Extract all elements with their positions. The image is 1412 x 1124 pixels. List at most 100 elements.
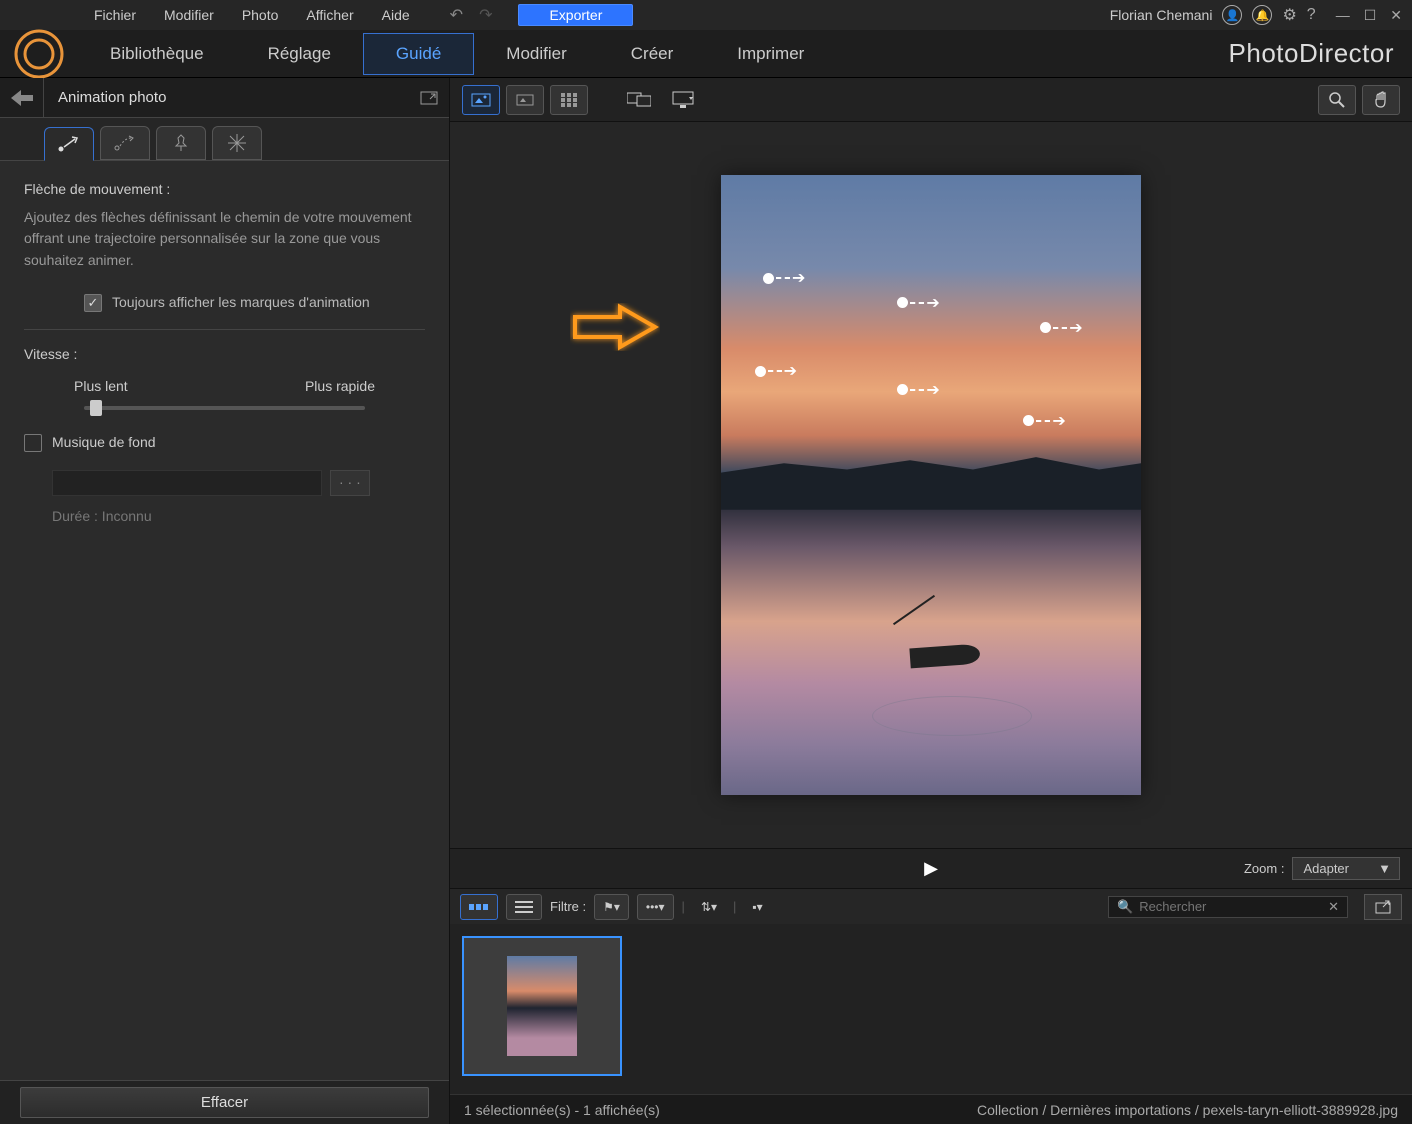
hand-icon [1372,91,1390,109]
undo-icon[interactable]: ↶ [444,5,469,25]
music-label: Musique de fond [52,432,156,454]
tab-bar: Bibliothèque Réglage Guidé Modifier Crée… [0,30,1412,78]
motion-marker[interactable]: ➔ [897,380,939,400]
tab-create[interactable]: Créer [599,34,706,74]
speed-fast-label: Plus rapide [305,376,375,398]
chevron-down-icon: ▼ [1378,861,1391,876]
menu-file[interactable]: Fichier [80,7,150,23]
speed-slider-thumb[interactable] [90,400,102,416]
speed-label: Vitesse : [24,344,425,366]
motion-marker[interactable]: ➔ [755,361,797,381]
app-logo [12,27,66,81]
fullscreen-button[interactable] [664,85,702,115]
motion-marker[interactable]: ➔ [1023,411,1065,431]
filmstrip-large-button[interactable] [460,894,498,920]
list-icon [515,901,533,913]
pan-tool-button[interactable] [1362,85,1400,115]
bell-icon[interactable]: 🔔 [1252,5,1272,25]
magnifier-icon [1328,91,1346,109]
thumbnail[interactable] [462,936,622,1076]
monitor-icon [672,91,694,109]
help-icon[interactable]: ? [1307,6,1316,24]
show-markers-label: Toujours afficher les marques d'animatio… [112,292,370,314]
erase-button[interactable]: Effacer [20,1087,429,1118]
sort-button[interactable]: ⇅▾ [693,894,725,920]
user-icon[interactable]: 👤 [1222,5,1242,25]
music-path-input[interactable] [52,470,322,496]
panel-title: Animation photo [44,89,409,106]
motion-marker[interactable]: ➔ [1040,318,1082,338]
motion-arrow-icon [57,135,81,153]
stack-button[interactable]: ▪▾ [744,894,770,920]
maximize-icon[interactable]: ☐ [1364,7,1377,24]
section-title: Flèche de mouvement : [24,179,425,201]
play-button[interactable]: ▶ [924,858,938,879]
view-grid-button[interactable] [550,85,588,115]
tool-pin[interactable] [156,126,206,160]
secondary-display-button[interactable] [620,85,658,115]
anchor-path-icon [113,134,137,152]
zoom-tool-button[interactable] [1318,85,1356,115]
selection-status: 1 sélectionnée(s) - 1 affichée(s) [464,1102,660,1118]
export-thumb-button[interactable] [1364,894,1402,920]
brand-label: PhotoDirector [1229,38,1394,69]
menu-view[interactable]: Afficher [292,7,367,23]
viewer-area: ➔ ➔ ➔ ➔ ➔ ➔ ▶ Zoom : Adapter▼ Filtre : ⚑… [450,78,1412,1124]
close-icon[interactable]: ✕ [1390,7,1402,24]
help-text: Ajoutez des flèches définissant le chemi… [24,207,425,272]
music-browse-button[interactable]: · · · [330,470,370,496]
redo-icon[interactable]: ↷ [473,5,498,25]
filmstrip [450,924,1412,1094]
menu-help[interactable]: Aide [368,7,424,23]
motion-marker[interactable]: ➔ [897,293,939,313]
speed-slider[interactable] [84,406,365,410]
tool-motion-arrow[interactable] [44,127,94,161]
breadcrumb: Collection / Dernières importations / pe… [977,1102,1398,1118]
export-button[interactable]: Exporter [518,4,633,26]
zoom-label: Zoom : [1244,861,1284,876]
gear-icon[interactable]: ⚙ [1282,5,1296,25]
view-compare-button[interactable] [506,85,544,115]
filter-flag-button[interactable]: ⚑▾ [594,894,629,920]
view-single-button[interactable] [462,85,500,115]
photo-preview[interactable]: ➔ ➔ ➔ ➔ ➔ ➔ [721,175,1141,795]
back-button[interactable] [0,78,44,118]
tab-edit[interactable]: Modifier [474,34,598,74]
tool-tabs [0,118,449,161]
search-box[interactable]: 🔍 ✕ [1108,896,1348,918]
tool-anchor[interactable] [100,126,150,160]
zoom-select[interactable]: Adapter▼ [1292,857,1400,880]
strip-large-icon [469,902,489,912]
tab-adjust[interactable]: Réglage [236,34,363,74]
motion-marker[interactable]: ➔ [763,268,805,288]
guide-arrow [570,302,660,352]
filter-rating-button[interactable]: •••▾ [637,894,674,920]
tab-guided[interactable]: Guidé [363,33,474,75]
thumbnail-image [507,956,577,1056]
filter-label: Filtre : [550,899,586,914]
tab-library[interactable]: Bibliothèque [78,34,236,74]
panel-popup-icon[interactable] [409,91,449,105]
music-checkbox[interactable] [24,434,42,452]
status-bar: 1 sélectionnée(s) - 1 affichée(s) Collec… [450,1094,1412,1124]
left-panel: Animation photo Flèche de mouvement : Aj… [0,78,450,1124]
menu-photo[interactable]: Photo [228,7,293,23]
canvas[interactable]: ➔ ➔ ➔ ➔ ➔ ➔ [450,122,1412,848]
pin-icon [172,134,190,152]
speed-slow-label: Plus lent [74,376,128,398]
clear-search-icon[interactable]: ✕ [1328,899,1339,915]
show-markers-checkbox[interactable]: ✓ [84,294,102,312]
compare-icon [516,93,534,107]
snowflake-icon [227,133,247,153]
tab-print[interactable]: Imprimer [705,34,836,74]
grid-icon [561,93,577,107]
minimize-icon[interactable]: — [1336,7,1350,24]
tool-freeze[interactable] [212,126,262,160]
search-input[interactable] [1139,899,1328,914]
menu-bar: Fichier Modifier Photo Afficher Aide ↶ ↷… [0,0,1412,30]
filmstrip-list-button[interactable] [506,894,542,920]
arrow-left-icon [11,90,33,106]
menu-edit[interactable]: Modifier [150,7,228,23]
user-name-label: Florian Chemani [1110,7,1213,23]
share-icon [1375,900,1391,914]
